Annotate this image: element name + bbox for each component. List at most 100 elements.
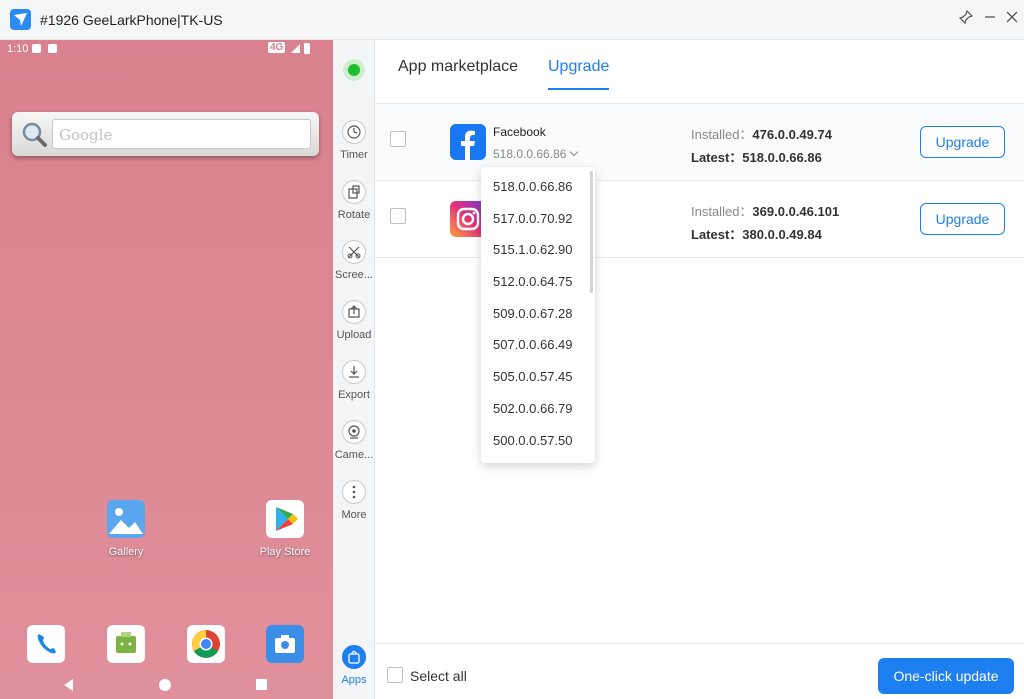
google-search-widget[interactable]: Google (12, 112, 319, 156)
minimize-icon[interactable] (981, 10, 999, 28)
gallery-icon (107, 500, 145, 538)
installed-label: Installed： (691, 127, 753, 142)
phone-status-bar: 1:10 4G (0, 40, 333, 58)
tool-timer[interactable]: Timer (333, 120, 375, 161)
tool-label: Timer (340, 149, 368, 161)
tool-rotate[interactable]: Rotate (333, 180, 375, 221)
installed-version: Installed：476.0.0.49.74 (691, 124, 832, 143)
back-icon[interactable] (64, 679, 73, 691)
tab-upgrade[interactable]: Upgrade (548, 58, 610, 90)
geelark-logo-icon (10, 9, 31, 30)
installed-value: 476.0.0.49.74 (752, 127, 832, 142)
home-app-play-store[interactable]: Play Store (250, 500, 320, 558)
title-bar: #1926 GeeLarkPhone|TK-US (0, 0, 1024, 40)
apps-icon (342, 645, 366, 669)
close-icon[interactable] (1003, 10, 1021, 28)
select-all-label[interactable]: Select all (410, 668, 467, 684)
version-option[interactable]: 502.0.0.66.79 (481, 393, 595, 425)
pin-icon[interactable] (957, 9, 975, 28)
app-name: Facebook (493, 125, 546, 139)
one-click-update-button[interactable]: One-click update (878, 658, 1014, 694)
apps-panel: App marketplace Upgrade Facebook 518.0.0… (375, 40, 1024, 699)
tool-label: More (341, 509, 367, 521)
tool-label: Scree... (335, 269, 373, 281)
home-app-label: Gallery (108, 546, 144, 558)
version-select-value: 518.0.0.66.86 (493, 147, 567, 161)
latest-label: Latest： (691, 227, 743, 242)
camera-icon[interactable] (266, 625, 304, 663)
footer-bar: Select all One-click update (375, 643, 1024, 699)
recents-icon[interactable] (256, 679, 267, 690)
more-icon (342, 480, 366, 504)
app-row-facebook: Facebook 518.0.0.66.86 Installed：476.0.0… (375, 104, 1024, 181)
google-search-input[interactable]: Google (52, 119, 311, 149)
online-status-icon (343, 59, 365, 81)
clock-icon (342, 120, 366, 144)
upgrade-button[interactable]: Upgrade (920, 203, 1005, 235)
app-row-instagram: Installed：369.0.0.46.101 Latest：380.0.0.… (375, 181, 1024, 258)
tool-camera[interactable]: Came... (333, 420, 375, 461)
play-store-icon (266, 500, 304, 538)
tool-label: Apps (341, 674, 367, 686)
facebook-icon (450, 124, 486, 160)
version-select[interactable]: 518.0.0.66.86 (493, 147, 579, 161)
tool-apps[interactable]: Apps (333, 645, 375, 686)
version-option[interactable]: 500.0.0.57.50 (481, 425, 595, 457)
signal-icon (291, 44, 300, 53)
network-badge: 4G (268, 42, 286, 53)
tool-label: Rotate (337, 209, 371, 221)
version-option[interactable]: 505.0.0.57.45 (481, 361, 595, 393)
dropdown-scrollbar[interactable] (590, 171, 593, 293)
version-option[interactable]: 509.0.0.67.28 (481, 298, 595, 330)
tools-sidebar: Timer Rotate Scree... Upload Export Came… (333, 40, 375, 699)
latest-label: Latest： (691, 150, 743, 165)
installed-version: Installed：369.0.0.46.101 (691, 201, 839, 220)
version-option[interactable]: 507.0.0.66.49 (481, 329, 595, 361)
tool-upload[interactable]: Upload (333, 300, 375, 341)
tool-export[interactable]: Export (333, 360, 375, 401)
tool-label: Upload (336, 329, 372, 341)
home-icon[interactable] (159, 679, 171, 691)
latest-version: Latest：518.0.0.66.86 (691, 147, 822, 166)
home-app-gallery[interactable]: Gallery (91, 500, 161, 558)
export-icon (342, 360, 366, 384)
tool-screenshot[interactable]: Scree... (333, 240, 375, 281)
installed-value: 369.0.0.46.101 (752, 204, 840, 219)
latest-value: 518.0.0.66.86 (742, 150, 822, 165)
rotate-icon (342, 180, 366, 204)
tool-more[interactable]: More (333, 480, 375, 521)
chevron-down-icon (570, 147, 579, 157)
installed-label: Installed： (691, 204, 753, 219)
version-option[interactable]: 515.1.0.62.90 (481, 234, 595, 266)
select-all-checkbox[interactable] (387, 667, 403, 683)
version-option[interactable]: 518.0.0.66.86 (481, 171, 595, 203)
phone-screen[interactable]: 1:10 4G Google Gallery Play Store (0, 40, 333, 699)
chrome-icon[interactable] (187, 625, 225, 663)
screenshot-icon (342, 240, 366, 264)
home-app-label: Play Store (259, 546, 311, 558)
tool-label: Export (338, 389, 370, 401)
webcam-icon (342, 420, 366, 444)
google-search-placeholder: Google (59, 126, 113, 144)
upload-icon (342, 300, 366, 324)
magnifier-icon (22, 122, 47, 147)
cloud-icon (32, 44, 41, 53)
tab-app-marketplace[interactable]: App marketplace (398, 58, 518, 88)
version-dropdown[interactable]: 518.0.0.66.86 517.0.0.70.92 515.1.0.62.9… (481, 167, 595, 463)
tool-label: Came... (334, 449, 374, 461)
version-option[interactable]: 512.0.0.64.75 (481, 266, 595, 298)
messaging-icon[interactable] (107, 625, 145, 663)
version-option[interactable]: 517.0.0.70.92 (481, 203, 595, 235)
upgrade-button[interactable]: Upgrade (920, 126, 1005, 158)
latest-version: Latest：380.0.0.49.84 (691, 224, 822, 243)
latest-value: 380.0.0.49.84 (742, 227, 822, 242)
phone-icon[interactable] (27, 625, 65, 663)
app-checkbox[interactable] (390, 208, 406, 224)
status-time: 1:10 (7, 43, 29, 55)
tab-bar: App marketplace Upgrade (375, 40, 1024, 104)
battery-icon (304, 43, 310, 54)
window-title: #1926 GeeLarkPhone|TK-US (40, 12, 223, 28)
app-checkbox[interactable] (390, 131, 406, 147)
phone-nav-bar (0, 669, 333, 699)
notification-icon (48, 44, 57, 53)
